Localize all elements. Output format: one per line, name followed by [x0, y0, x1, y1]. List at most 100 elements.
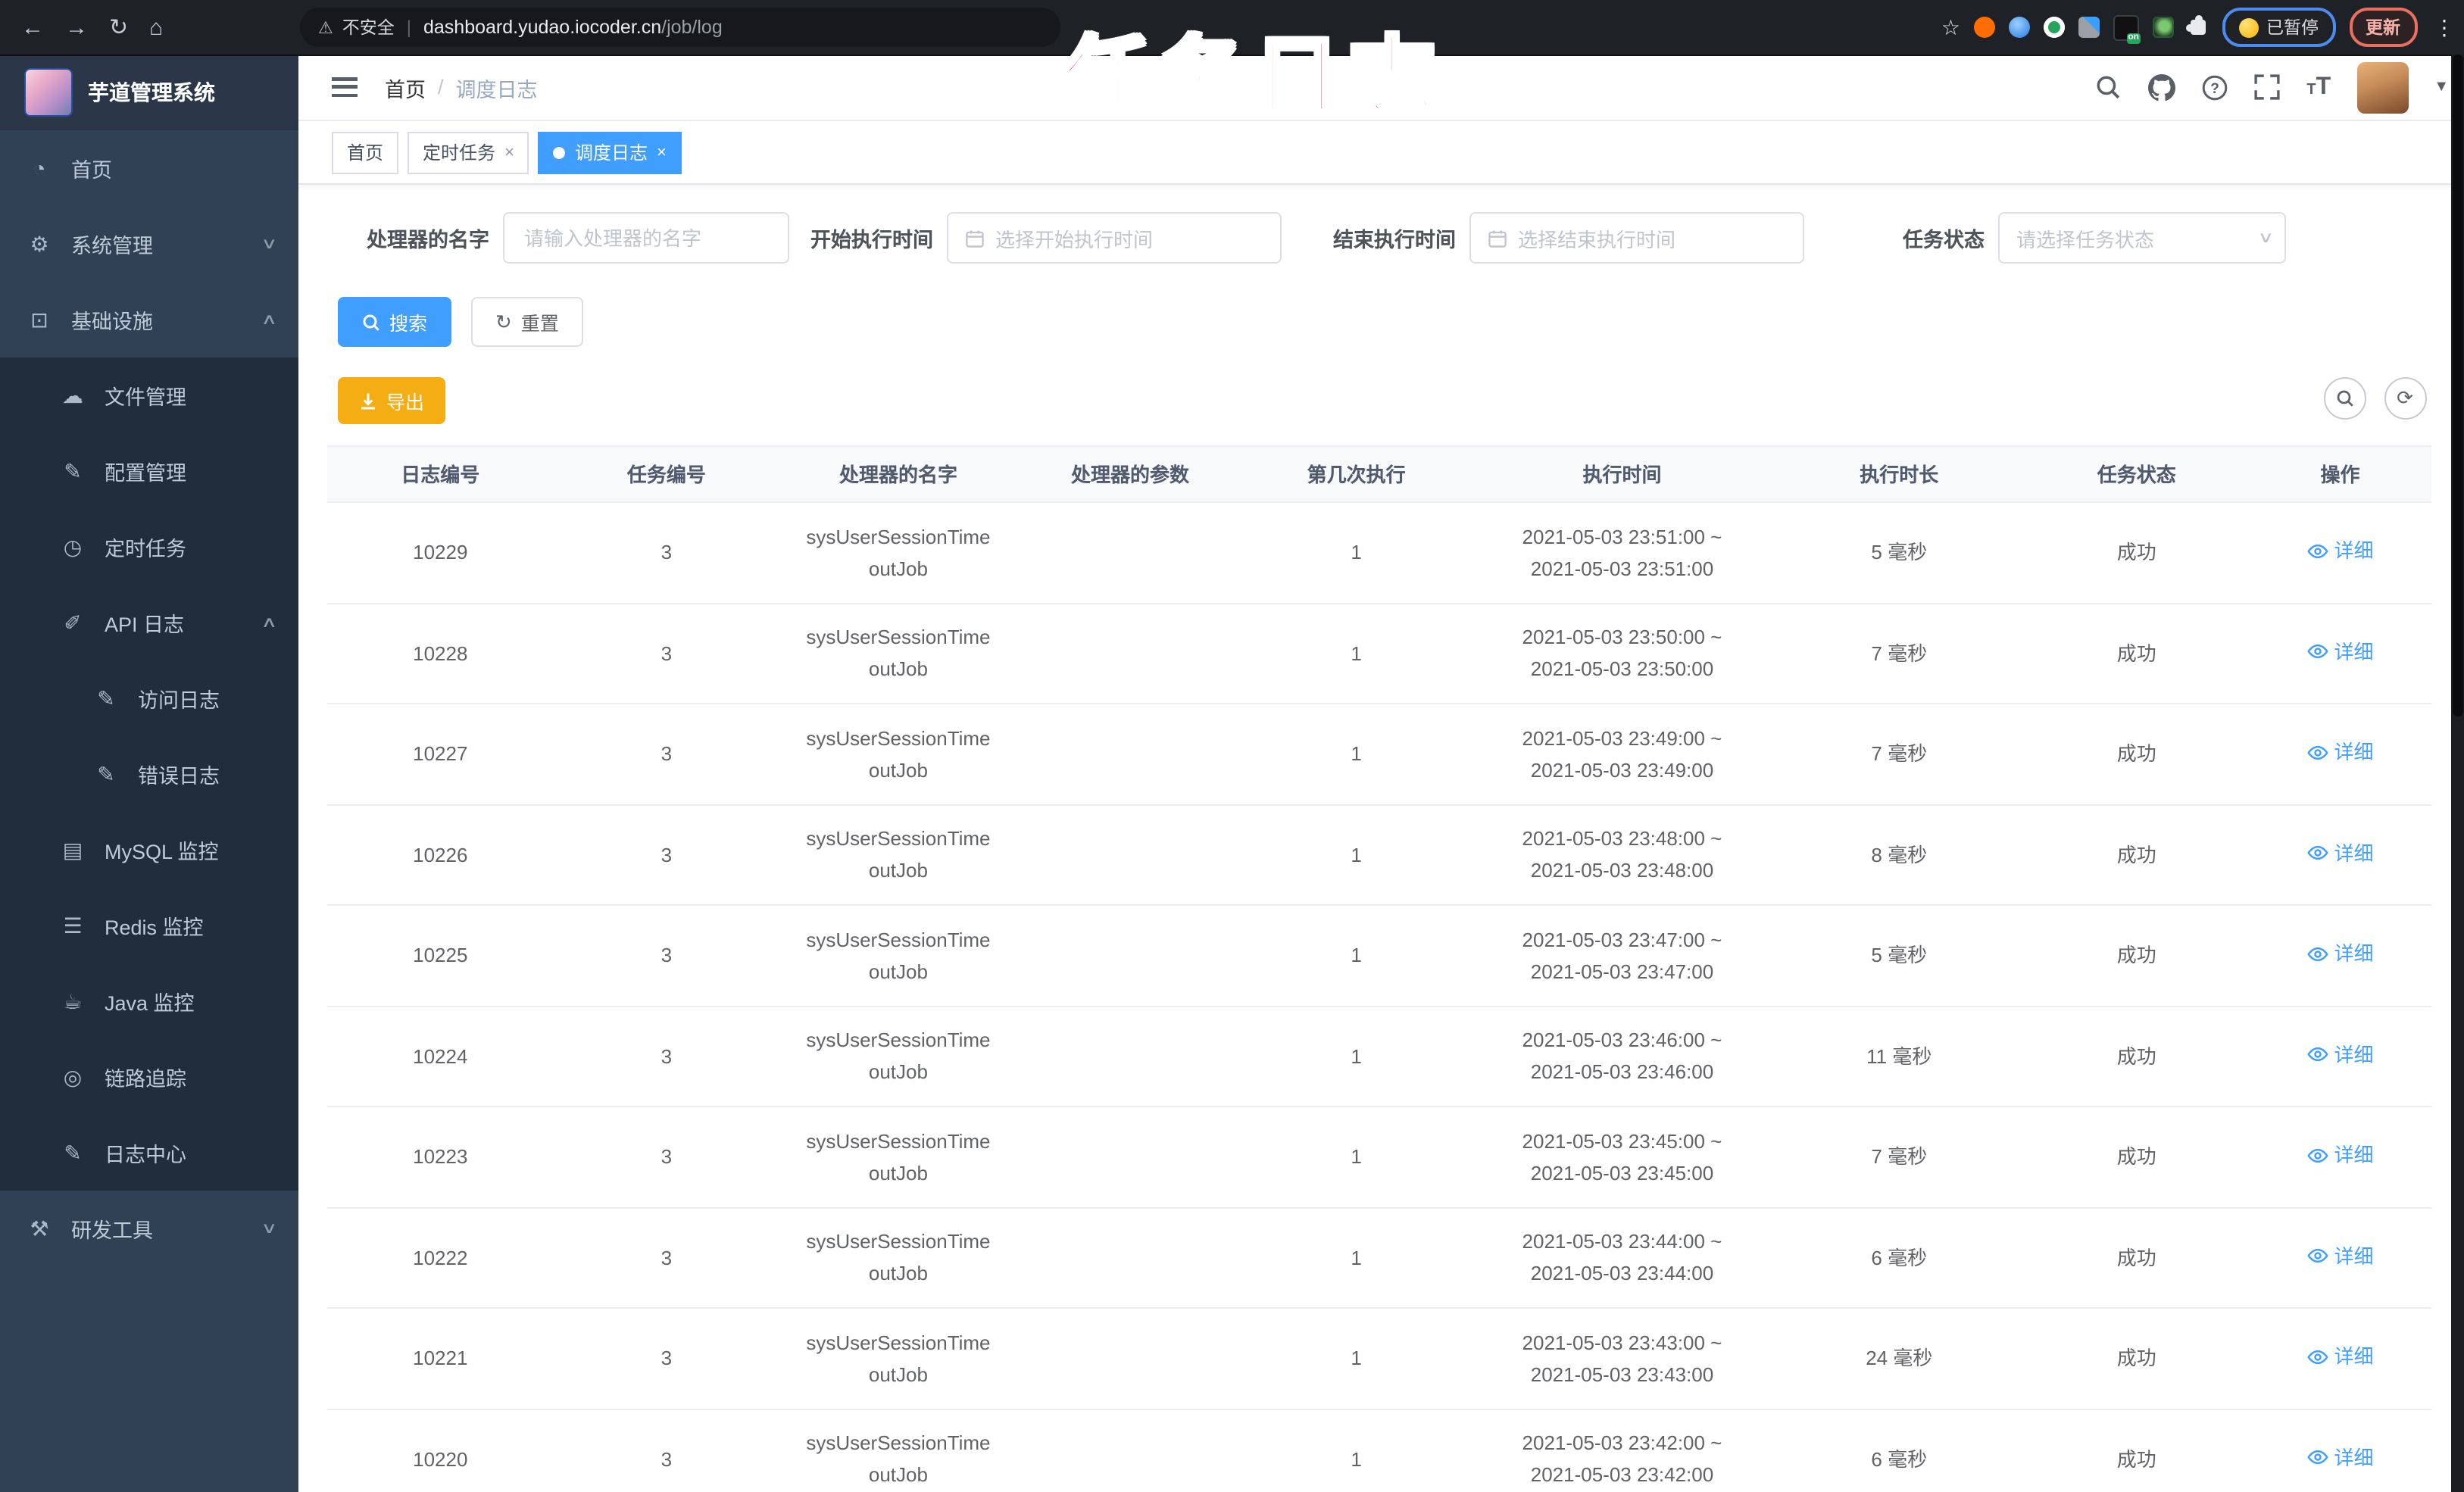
search-icon[interactable] — [2094, 73, 2122, 101]
sidebar-collapse-icon[interactable] — [332, 77, 358, 97]
time-end: 2021-05-03 23:44:00 — [1530, 1262, 1714, 1285]
filter-label: 开始执行时间 — [810, 229, 933, 251]
cell-duration: 6 毫秒 — [1871, 1447, 1928, 1471]
job-status-select[interactable]: 请选择任务状态 ∨ — [1998, 212, 2286, 264]
sidebar-item-定时任务[interactable]: ◷ 定时任务 — [0, 509, 298, 585]
browser-menu-icon[interactable]: ⋮ — [2434, 14, 2455, 40]
sidebar-item-label: 配置管理 — [105, 462, 186, 485]
toggle-search-icon[interactable] — [2323, 377, 2366, 420]
reset-button[interactable]: ↻ 重置 — [471, 297, 583, 347]
sidebar-item-链路追踪[interactable]: ◎ 链路追踪 — [0, 1039, 298, 1115]
cell-job-id: 3 — [661, 944, 673, 967]
url-path: /job/log — [661, 17, 723, 38]
extension-icon-grid[interactable] — [2078, 17, 2100, 38]
time-start: 2021-05-03 23:42:00 ~ — [1522, 1431, 1722, 1455]
sidebar-logo-row[interactable]: 芋道管理系统 — [0, 55, 298, 130]
detail-link[interactable]: 详细 — [2306, 1038, 2374, 1070]
sidebar-item-label: 访问日志 — [138, 689, 220, 712]
sidebar-item-Java 监控[interactable]: ☕ Java 监控 — [0, 963, 298, 1039]
extension-icon-leaf[interactable] — [2153, 17, 2174, 38]
github-icon[interactable] — [2147, 73, 2175, 101]
sidebar-item-错误日志[interactable]: ✎ 错误日志 — [0, 736, 298, 812]
chevron-up-icon: ∧ — [260, 311, 277, 328]
time-end: 2021-05-03 23:49:00 — [1530, 758, 1714, 782]
sidebar-item-MySQL 监控[interactable]: ▤ MySQL 监控 — [0, 812, 298, 888]
sidebar-item-Redis 监控[interactable]: ☰ Redis 监控 — [0, 888, 298, 963]
time-start: 2021-05-03 23:48:00 ~ — [1522, 827, 1722, 851]
refresh-table-icon[interactable]: ⟳ — [2384, 377, 2426, 420]
chevron-up-icon: ∧ — [260, 614, 277, 631]
database-icon: ▤ — [62, 837, 83, 861]
avatar[interactable] — [2356, 61, 2409, 113]
extension-icon-orange[interactable] — [1974, 17, 1995, 38]
time-end: 2021-05-03 23:51:00 — [1530, 557, 1714, 580]
sidebar-item-配置管理[interactable]: ✎ 配置管理 — [0, 433, 298, 509]
search-button[interactable]: 搜索 — [338, 297, 452, 347]
handler-name-input-field[interactable] — [521, 225, 771, 251]
browser-scrollbar[interactable] — [2450, 55, 2464, 1492]
sidebar-item-研发工具[interactable]: ⚒ 研发工具 ∨ — [0, 1191, 298, 1266]
table-row: 10226 3 sysUserSessionTimeoutJob 1 2021-05-0… — [327, 805, 2431, 906]
tag-首页[interactable]: 首页 — [332, 131, 399, 173]
tag-close-icon[interactable]: × — [504, 143, 514, 161]
main-area: 首页 / 调度日志 ? T T ▼ 首页 定时任务 × 调度日志 × 处理器的名… — [298, 55, 2464, 1492]
sidebar-item-文件管理[interactable]: ☁ 文件管理 — [0, 357, 298, 433]
profile-paused-badge[interactable]: 已暂停 — [2222, 8, 2335, 47]
cell-handler: sysUserSessionTimeoutJob — [779, 823, 1017, 887]
sidebar-item-日志中心[interactable]: ✎ 日志中心 — [0, 1115, 298, 1191]
detail-link[interactable]: 详细 — [2306, 837, 2374, 869]
browser-update-button[interactable]: 更新 — [2349, 8, 2417, 47]
sidebar-item-label: 首页 — [71, 159, 112, 182]
cell-duration: 5 毫秒 — [1871, 944, 1928, 967]
time-end: 2021-05-03 23:50:00 — [1530, 657, 1714, 681]
extensions-puzzle-icon[interactable] — [2186, 15, 2206, 35]
detail-link[interactable]: 详细 — [2306, 635, 2374, 667]
cell-log-id: 10227 — [413, 742, 468, 766]
tag-定时任务[interactable]: 定时任务 × — [408, 131, 529, 173]
export-button[interactable]: 导出 — [338, 377, 446, 424]
scrollbar-thumb[interactable] — [2452, 55, 2462, 716]
handler-name-input[interactable] — [503, 212, 789, 264]
address-bar[interactable]: ⚠ 不安全 | dashboard.yudao.iocoder.cn /job/… — [300, 8, 1060, 47]
handler-name: sysUserSessionTimeoutJob — [806, 1431, 991, 1487]
font-size-icon[interactable]: TT — [2306, 75, 2331, 99]
forward-icon[interactable]: → — [65, 14, 88, 40]
breadcrumb-home[interactable]: 首页 — [385, 72, 426, 102]
back-icon[interactable]: ← — [21, 14, 44, 40]
user-caret-down-icon[interactable]: ▼ — [2434, 79, 2449, 95]
detail-link[interactable]: 详细 — [2306, 1240, 2374, 1272]
table-body: 10229 3 sysUserSessionTimeoutJob 1 2021-05-0… — [327, 503, 2431, 1492]
detail-link[interactable]: 详细 — [2306, 535, 2374, 567]
extension-icon-blue-bulb[interactable] — [2009, 17, 2030, 38]
chevron-down-icon: ∨ — [260, 236, 277, 252]
detail-link[interactable]: 详细 — [2306, 736, 2374, 768]
extension-icon-on-badge[interactable]: on — [2113, 14, 2141, 43]
detail-link[interactable]: 详细 — [2306, 938, 2374, 969]
tag-调度日志[interactable]: 调度日志 × — [538, 131, 682, 173]
detail-link[interactable]: 详细 — [2306, 1341, 2374, 1372]
sidebar-item-访问日志[interactable]: ✎ 访问日志 — [0, 660, 298, 736]
cell-handler: sysUserSessionTimeoutJob — [779, 521, 1017, 585]
reload-icon[interactable]: ↻ — [109, 14, 128, 41]
handler-name: sysUserSessionTimeoutJob — [806, 626, 991, 681]
table-row: 10225 3 sysUserSessionTimeoutJob 1 2021-05-0… — [327, 906, 2431, 1007]
bookmark-star-icon[interactable]: ☆ — [1941, 14, 1960, 40]
filter-label: 任务状态 — [1903, 229, 1985, 251]
help-icon[interactable]: ? — [2200, 73, 2228, 101]
fullscreen-icon[interactable] — [2253, 73, 2281, 101]
sidebar-item-首页[interactable]: ◔ 首页 — [0, 130, 298, 206]
home-icon[interactable]: ⌂ — [149, 14, 163, 40]
sidebar-item-基础设施[interactable]: ⊡ 基础设施 ∧ — [0, 282, 298, 357]
detail-link[interactable]: 详细 — [2306, 1139, 2374, 1171]
tag-close-icon[interactable]: × — [657, 143, 667, 161]
cell-action: 详细 — [2250, 1038, 2431, 1074]
time-end: 2021-05-03 23:43:00 — [1530, 1362, 1714, 1386]
date-picker-input[interactable]: 选择开始执行时间 — [947, 212, 1282, 264]
extension-icon-green[interactable] — [2044, 17, 2065, 38]
insecure-warning-icon: ⚠ — [318, 19, 333, 37]
date-picker-input[interactable]: 选择结束执行时间 — [1469, 212, 1804, 264]
sidebar-item-系统管理[interactable]: ⚙ 系统管理 ∨ — [0, 206, 298, 282]
sidebar-item-API 日志[interactable]: ✐ API 日志 ∧ — [0, 585, 298, 660]
detail-link[interactable]: 详细 — [2306, 1441, 2374, 1473]
handler-name: sysUserSessionTimeoutJob — [806, 1028, 991, 1084]
